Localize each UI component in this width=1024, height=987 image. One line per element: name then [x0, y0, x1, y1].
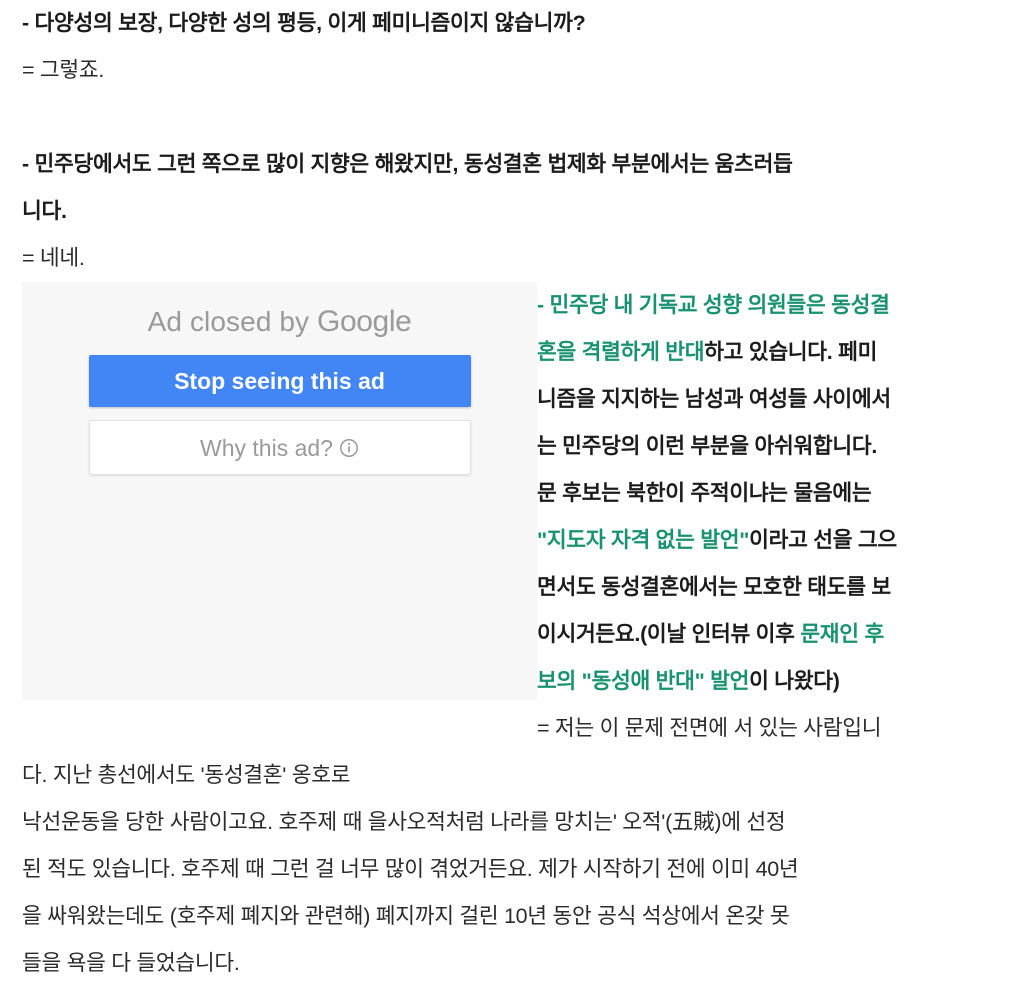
why-this-ad-button[interactable]: Why this ad?: [88, 420, 471, 478]
highlight-moon-jae-in-2: 보의 "동성애 반대" 발언: [537, 669, 750, 693]
highlight-segment-2: 혼을 격렬하게 반대: [537, 340, 705, 364]
why-this-ad-label: Why this ad?: [200, 435, 333, 461]
tail-line-1: 낙선운동을 당한 사람이고요. 호주제 때 을사오적처럼 나라를 망치는' 오적…: [22, 810, 786, 834]
highlight-segment-1: - 민주당 내 기독교 성향 의원들은 동성결: [537, 293, 890, 317]
answer-3-line-2: 다. 지난 총선에서도 '동성결혼' 옹호로: [22, 763, 351, 787]
highlight-quote-leader-remark: "지도자 자격 없는 발언": [537, 528, 750, 552]
answer-3-line-1: = 저는 이 문제 전면에 서 있는 사람입니: [537, 716, 882, 740]
plain-segment-2: 하고 있습니다. 페미: [704, 340, 878, 364]
ad-closed-panel: Ad closed by Google Stop seeing this ad …: [22, 282, 537, 700]
plain-segment-6: 이라고 선을 그으: [749, 528, 897, 552]
tail-line-2: 된 적도 있습니다. 호주제 때 그런 걸 너무 많이 겪었거든요. 제가 시작…: [22, 857, 799, 881]
plain-segment-8: 이시거든요.(이날 인터뷰 이후: [537, 622, 801, 646]
info-icon: [339, 423, 359, 478]
highlight-moon-jae-in-1: 문재인 후: [800, 622, 884, 646]
tail-paragraph: 낙선운동을 당한 사람이고요. 호주제 때 을사오적처럼 나라를 망치는' 오적…: [22, 799, 1002, 987]
stop-seeing-this-ad-button[interactable]: Stop seeing this ad: [88, 355, 471, 407]
question-2-line-2: 니다.: [22, 199, 67, 223]
tail-line-4: 들을 욕을 다 들었습니다.: [22, 951, 240, 975]
ad-closed-heading-prefix: Ad closed by: [147, 306, 318, 337]
plain-segment-9: 이 나왔다): [749, 669, 840, 693]
google-wordmark: Google: [317, 305, 412, 338]
article-body: - 다양성의 보장, 다양한 성의 평등, 이게 페미니즘이지 않습니까? = …: [0, 0, 1024, 987]
answer-2: = 네네.: [22, 246, 85, 270]
answer-1: = 그렇죠.: [22, 58, 105, 82]
question-1: - 다양성의 보장, 다양한 성의 평등, 이게 페미니즘이지 않습니까?: [22, 11, 586, 35]
ad-closed-heading: Ad closed by Google: [22, 294, 537, 342]
question-2-line-1: - 민주당에서도 그런 쪽으로 많이 지향은 해왔지만, 동성결혼 법제화 부분…: [22, 152, 793, 176]
qa-block-1: - 다양성의 보장, 다양한 성의 평등, 이게 페미니즘이지 않습니까? = …: [22, 0, 1002, 282]
tail-line-3: 을 싸워왔는데도 (호주제 폐지와 관련해) 폐지까지 걸린 10년 동안 공식…: [22, 904, 790, 928]
